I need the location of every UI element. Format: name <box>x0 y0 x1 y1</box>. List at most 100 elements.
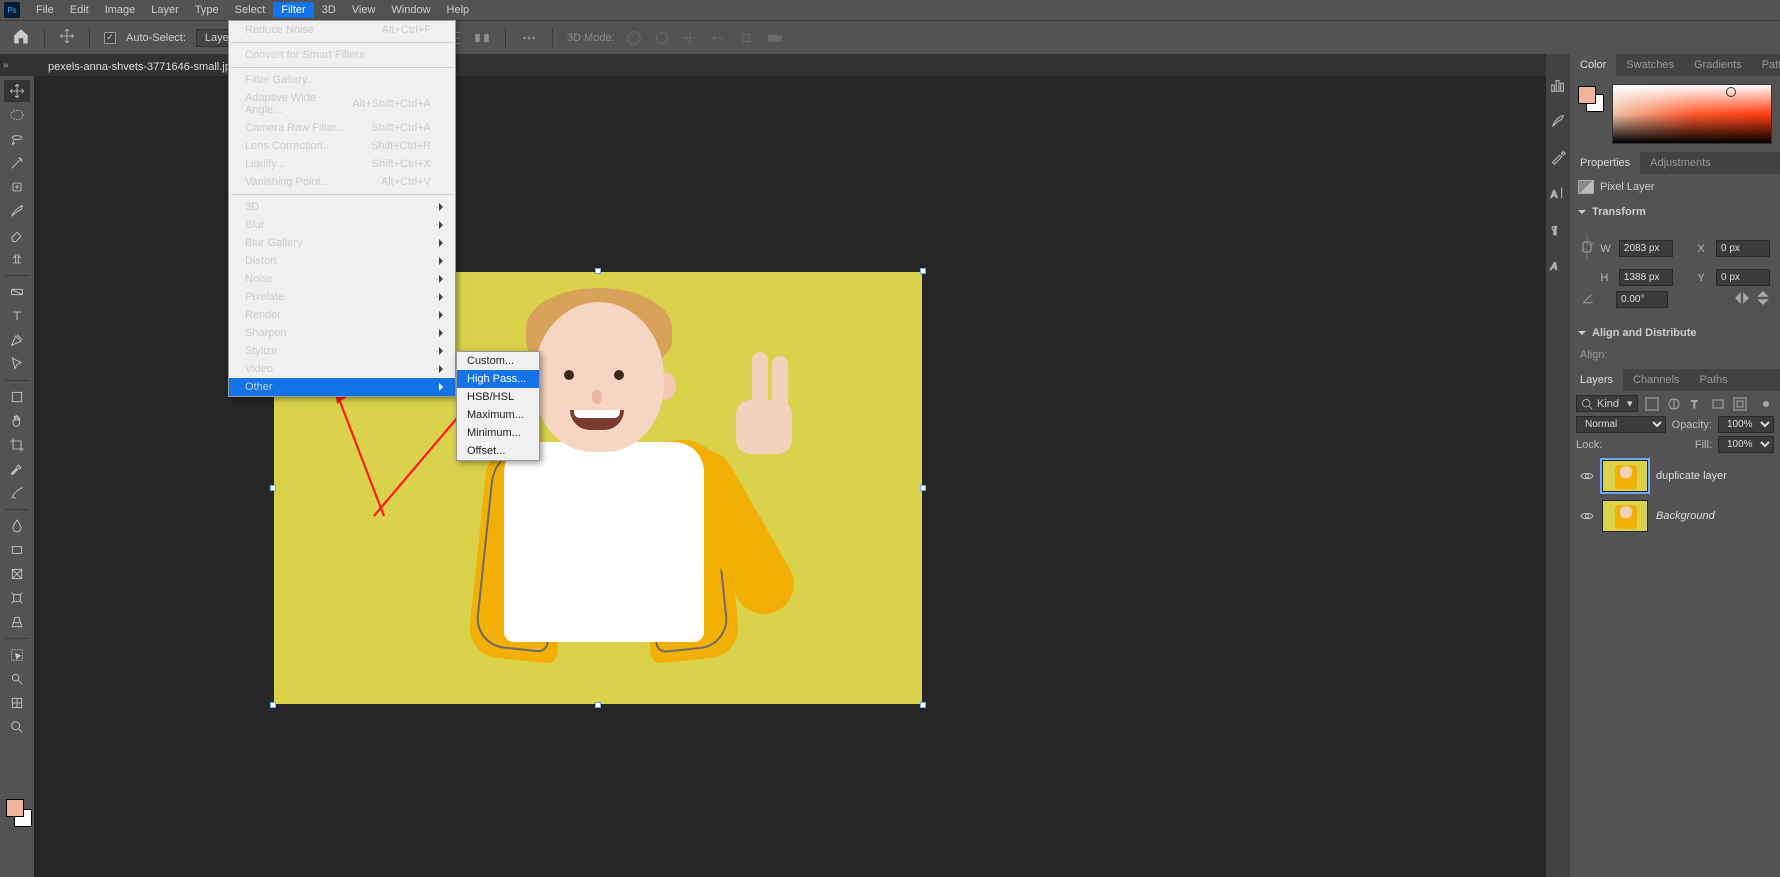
menu-select[interactable]: Select <box>227 2 274 18</box>
layer-thumbnail[interactable] <box>1602 460 1648 492</box>
move-tool-icon[interactable] <box>59 28 75 47</box>
patterns-tab[interactable]: Patterns <box>1752 54 1780 76</box>
menu-3d[interactable]: 3D <box>314 2 344 18</box>
glyphs-panel-icon[interactable]: A <box>1549 256 1567 274</box>
auto-select-checkbox[interactable] <box>104 32 116 44</box>
fg-bg-swatches[interactable] <box>1578 86 1604 112</box>
type-tool[interactable] <box>4 305 30 327</box>
layers-tab[interactable]: Layers <box>1570 369 1623 391</box>
path-selection-tool[interactable] <box>4 353 30 375</box>
menu-item-lens-correction[interactable]: Lens Correction...Shift+Ctrl+R <box>229 137 455 155</box>
menu-filter[interactable]: Filter <box>273 2 313 18</box>
histogram-panel-icon[interactable] <box>1549 76 1567 94</box>
blend-mode-dropdown[interactable]: Normal <box>1576 416 1666 433</box>
menu-window[interactable]: Window <box>383 2 438 18</box>
opacity-dropdown[interactable]: 100% <box>1718 416 1774 433</box>
menu-item-video[interactable]: Video <box>229 360 455 378</box>
submenu-item-custom[interactable]: Custom... <box>457 352 539 370</box>
color-spectrum[interactable] <box>1612 84 1772 144</box>
menu-item-filter-gallery[interactable]: Filter Gallery... <box>229 71 455 89</box>
paths-tab[interactable]: Paths <box>1690 369 1738 391</box>
visibility-toggle-icon[interactable] <box>1580 469 1594 483</box>
transform-handle[interactable] <box>920 702 926 708</box>
layer-item[interactable]: Background <box>1576 496 1774 536</box>
character-panel-icon[interactable]: A <box>1549 184 1567 202</box>
history-brush-tool[interactable] <box>4 482 30 504</box>
layer-thumbnail[interactable] <box>1602 500 1648 532</box>
artboard-tool[interactable] <box>4 386 30 408</box>
object-selection-tool[interactable] <box>4 644 30 666</box>
frame-tool[interactable] <box>4 563 30 585</box>
filter-smart-icon[interactable] <box>1732 396 1748 412</box>
menu-item-liquify[interactable]: Liquify...Shift+Ctrl+X <box>229 155 455 173</box>
color-tab[interactable]: Color <box>1570 54 1616 76</box>
transform-handle[interactable] <box>920 485 926 491</box>
paragraph-panel-icon[interactable]: ¶ <box>1549 220 1567 238</box>
menu-item-vanishing-point[interactable]: Vanishing Point...Alt+Ctrl+V <box>229 173 455 191</box>
menu-item-render[interactable]: Render <box>229 306 455 324</box>
content-aware-move-tool[interactable] <box>4 587 30 609</box>
brush-tool[interactable] <box>4 200 30 222</box>
submenu-item-high-pass[interactable]: High Pass... <box>457 370 539 388</box>
flip-vertical-icon[interactable] <box>1756 290 1770 309</box>
layer-filter-dropdown[interactable]: Kind▾ <box>1576 395 1638 412</box>
menu-file[interactable]: File <box>28 2 62 18</box>
menu-help[interactable]: Help <box>439 2 478 18</box>
menu-item-3d[interactable]: 3D <box>229 198 455 216</box>
layer-name[interactable]: Background <box>1656 510 1715 522</box>
transform-handle[interactable] <box>920 268 926 274</box>
adjustments-tab[interactable]: Adjustments <box>1640 152 1721 174</box>
menu-item-noise[interactable]: Noise <box>229 270 455 288</box>
menu-item-convert-smart-filters[interactable]: Convert for Smart Filters <box>229 46 455 64</box>
zoom-tool[interactable] <box>4 716 30 738</box>
submenu-item-maximum[interactable]: Maximum... <box>457 406 539 424</box>
gradients-tab[interactable]: Gradients <box>1684 54 1752 76</box>
eyedropper-tool[interactable] <box>4 458 30 480</box>
filter-adjustment-icon[interactable] <box>1666 396 1682 412</box>
menu-type[interactable]: Type <box>187 2 227 18</box>
crop-tool[interactable] <box>4 434 30 456</box>
menu-item-blur-gallery[interactable]: Blur Gallery <box>229 234 455 252</box>
pattern-stamp-tool[interactable] <box>4 692 30 714</box>
link-wh-icon[interactable] <box>1580 232 1594 265</box>
menu-item-distort[interactable]: Distort <box>229 252 455 270</box>
submenu-item-offset[interactable]: Offset... <box>457 442 539 460</box>
brushes-panel-icon[interactable] <box>1549 112 1567 130</box>
foreground-color-swatch[interactable] <box>6 799 24 817</box>
pen-tool[interactable] <box>4 329 30 351</box>
distribute-icon[interactable] <box>473 29 491 47</box>
swatches-tab[interactable]: Swatches <box>1616 54 1684 76</box>
menu-item-sharpen[interactable]: Sharpen <box>229 324 455 342</box>
color-picker-ring[interactable] <box>1726 87 1736 97</box>
layer-item[interactable]: duplicate layer <box>1576 456 1774 496</box>
filter-shape-icon[interactable] <box>1710 396 1726 412</box>
layer-name[interactable]: duplicate layer <box>1656 470 1727 482</box>
submenu-item-hsb-hsl[interactable]: HSB/HSL <box>457 388 539 406</box>
menu-view[interactable]: View <box>344 2 384 18</box>
properties-tab[interactable]: Properties <box>1570 152 1640 174</box>
dodge-tool[interactable] <box>4 668 30 690</box>
y-input[interactable] <box>1716 269 1770 286</box>
flip-horizontal-icon[interactable] <box>1734 291 1750 308</box>
transform-section-header[interactable]: Transform <box>1570 200 1780 224</box>
clone-stamp-tool[interactable] <box>4 248 30 270</box>
marquee-tool[interactable] <box>4 104 30 126</box>
width-input[interactable] <box>1619 240 1673 257</box>
filter-toggle-icon[interactable] <box>1758 396 1774 412</box>
angle-input[interactable] <box>1616 291 1668 308</box>
menu-item-blur[interactable]: Blur <box>229 216 455 234</box>
expand-toolbar-icon[interactable]: » <box>3 60 9 71</box>
filter-type-icon[interactable]: T <box>1688 396 1704 412</box>
align-section-header[interactable]: Align and Distribute <box>1570 321 1780 345</box>
height-input[interactable] <box>1619 269 1673 286</box>
move-tool[interactable] <box>4 80 30 102</box>
menu-item-camera-raw[interactable]: Camera Raw Filter...Shift+Ctrl+A <box>229 119 455 137</box>
transform-handle[interactable] <box>595 702 601 708</box>
lasso-tool[interactable] <box>4 128 30 150</box>
gradient-tool[interactable] <box>4 281 30 303</box>
menu-image[interactable]: Image <box>97 2 144 18</box>
channels-tab[interactable]: Channels <box>1623 369 1689 391</box>
brush-settings-panel-icon[interactable] <box>1549 148 1567 166</box>
perspective-crop-tool[interactable] <box>4 611 30 633</box>
submenu-item-minimum[interactable]: Minimum... <box>457 424 539 442</box>
